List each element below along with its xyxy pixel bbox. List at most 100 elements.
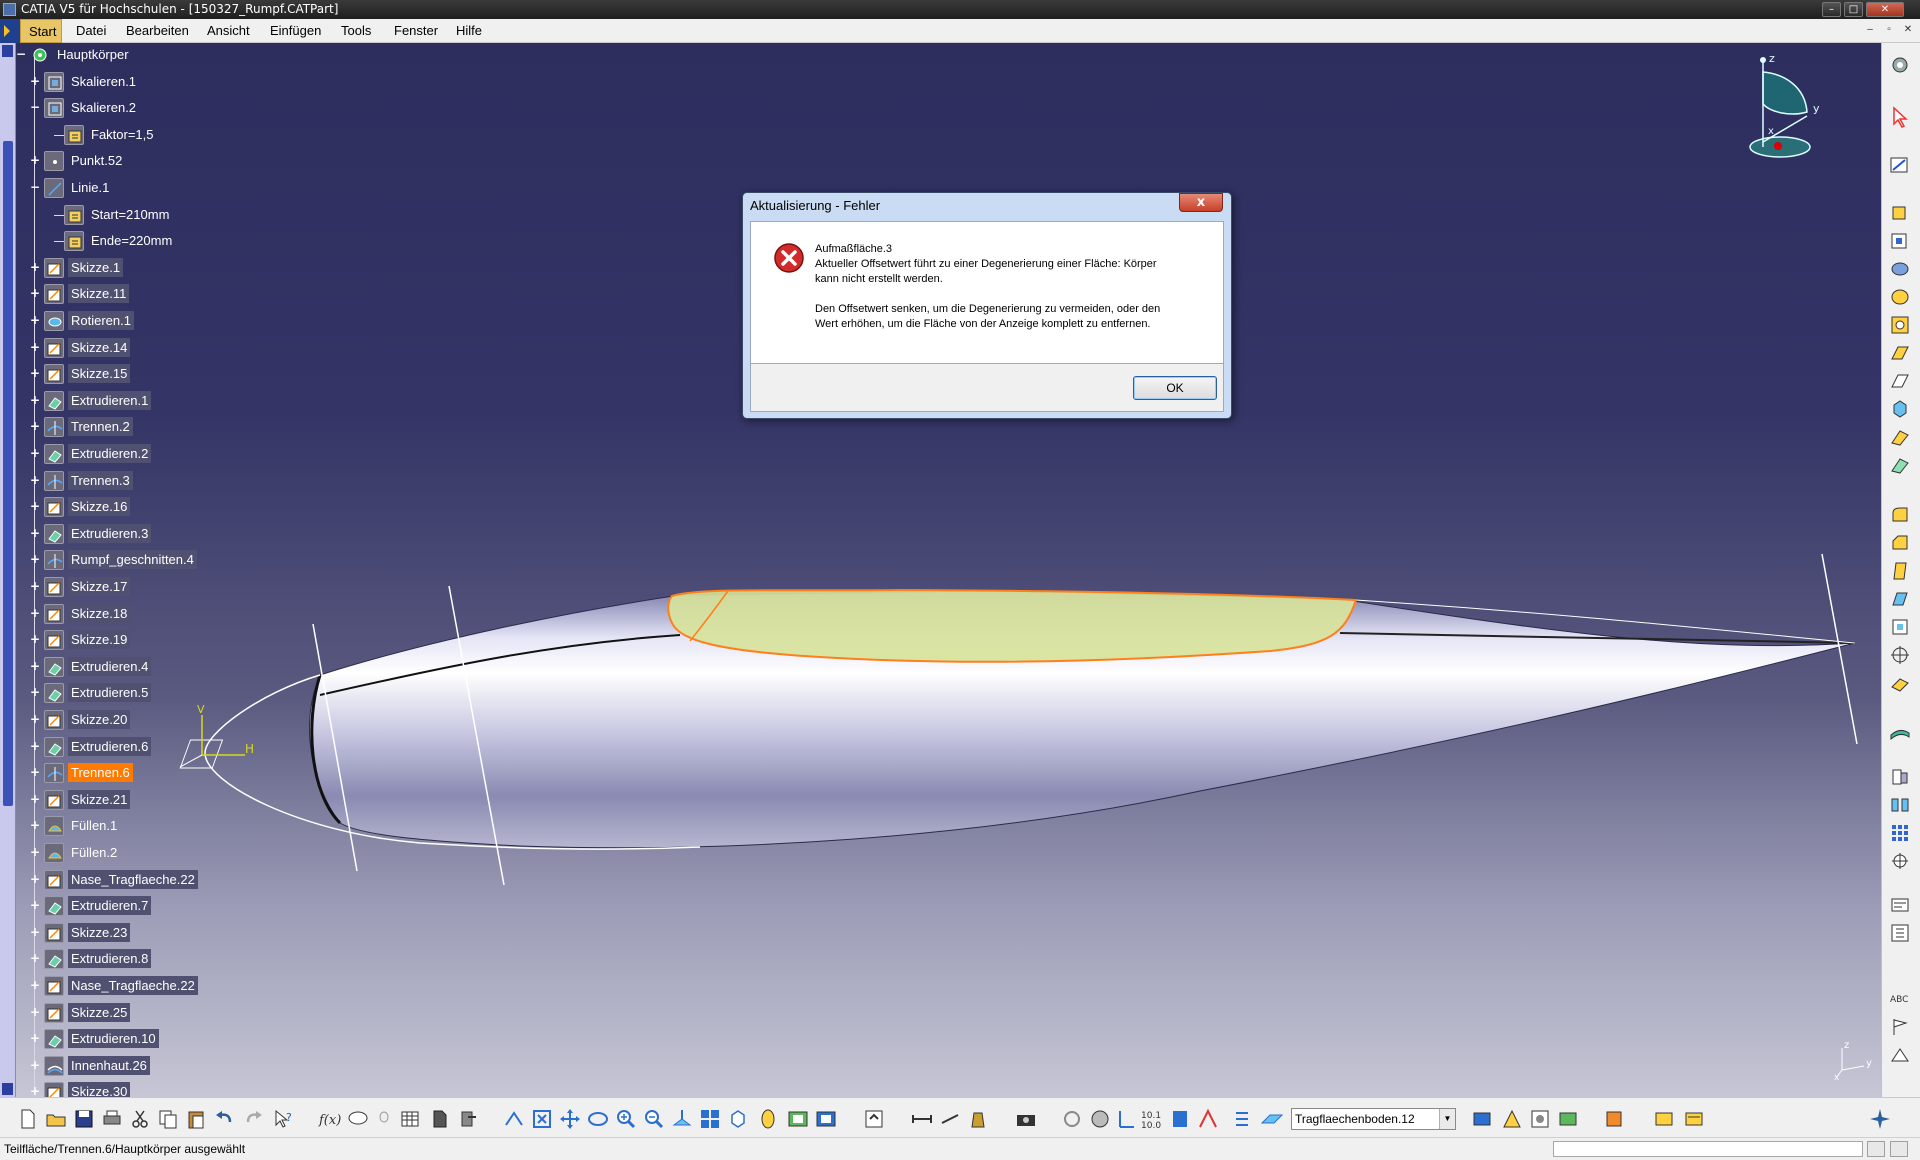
- hide-show-icon[interactable]: [786, 1107, 810, 1131]
- axis-system-icon[interactable]: [1888, 643, 1912, 667]
- rib-icon[interactable]: [1888, 341, 1912, 365]
- select-arrow-icon[interactable]: [1888, 105, 1912, 129]
- layer-filter-icon[interactable]: [1168, 1107, 1192, 1131]
- status-button-2[interactable]: [1890, 1141, 1908, 1157]
- work-object-icon[interactable]: [1230, 1107, 1254, 1131]
- flag-note-icon[interactable]: [1888, 1015, 1912, 1039]
- tree-node[interactable]: + Trennen.2: [16, 415, 316, 439]
- tree-node[interactable]: + Skizze.20: [16, 708, 316, 732]
- tree-node[interactable]: + Innenhaut.26: [16, 1054, 316, 1078]
- expand-icon[interactable]: +: [30, 740, 40, 752]
- expand-icon[interactable]: +: [30, 341, 40, 353]
- expand-icon[interactable]: +: [30, 474, 40, 486]
- expand-icon[interactable]: +: [30, 394, 40, 406]
- update-icon[interactable]: [862, 1107, 886, 1131]
- thickness-icon[interactable]: [1888, 615, 1912, 639]
- tree-node[interactable]: + Trennen.6: [16, 761, 316, 785]
- expand-icon[interactable]: +: [30, 553, 40, 565]
- shell-icon[interactable]: [1888, 587, 1912, 611]
- expand-icon[interactable]: +: [30, 75, 40, 87]
- draft-icon[interactable]: [1888, 559, 1912, 583]
- copy-icon[interactable]: [156, 1107, 180, 1131]
- tree-node[interactable]: Faktor=1,5: [16, 123, 316, 147]
- fillet-icon[interactable]: [1888, 503, 1912, 527]
- mdi-restore-button[interactable]: ▫: [1881, 23, 1897, 37]
- instantiate-icon[interactable]: [456, 1107, 480, 1131]
- close-window-button[interactable]: ✕: [1866, 2, 1904, 17]
- light-bulb-icon[interactable]: [372, 1107, 396, 1131]
- expand-icon[interactable]: +: [30, 899, 40, 911]
- mirror-icon[interactable]: [1888, 793, 1912, 817]
- redo-icon[interactable]: [242, 1107, 266, 1131]
- comment-icon[interactable]: [346, 1107, 370, 1131]
- shading-icon[interactable]: [756, 1107, 780, 1131]
- multi-section-icon[interactable]: [1888, 425, 1912, 449]
- tree-node[interactable]: + Skizze.17: [16, 575, 316, 599]
- knowledge-advisor-icon[interactable]: [1602, 1107, 1626, 1131]
- formula-icon[interactable]: f(x): [318, 1107, 342, 1131]
- pan-icon[interactable]: [558, 1107, 582, 1131]
- catia-menu-logo-icon[interactable]: [0, 19, 20, 43]
- solid-combine-icon[interactable]: [1888, 397, 1912, 421]
- tree-node[interactable]: Start=210mm: [16, 203, 316, 227]
- tree-node[interactable]: + Füllen.1: [16, 814, 316, 838]
- text-abc-icon[interactable]: ABC: [1888, 987, 1912, 1011]
- print-icon[interactable]: [100, 1107, 124, 1131]
- tree-node[interactable]: − Hauptkörper: [16, 43, 316, 67]
- menu-einfuegen[interactable]: Einfügen: [270, 23, 321, 38]
- tools-palette-icon[interactable]: [1500, 1107, 1524, 1131]
- scroll-down-arrow-icon[interactable]: [2, 1083, 13, 1095]
- constraint-icon[interactable]: [1196, 1107, 1220, 1131]
- tree-node[interactable]: + Extrudieren.5: [16, 681, 316, 705]
- expand-icon[interactable]: +: [30, 287, 40, 299]
- expand-icon[interactable]: +: [30, 607, 40, 619]
- open-folder-icon[interactable]: [44, 1107, 68, 1131]
- tree-node[interactable]: + Nase_Tragflaeche.22: [16, 868, 316, 892]
- expand-icon[interactable]: +: [30, 1059, 40, 1071]
- tree-node[interactable]: + Skizze.23: [16, 921, 316, 945]
- 3d-annotation-icon[interactable]: [1888, 921, 1912, 945]
- design-table-icon[interactable]: [398, 1107, 422, 1131]
- tree-node[interactable]: + Skizze.21: [16, 788, 316, 812]
- fly-mode-icon[interactable]: [502, 1107, 526, 1131]
- catalog-icon[interactable]: [428, 1107, 452, 1131]
- datum-icon[interactable]: [1888, 1043, 1912, 1067]
- measure-item-icon[interactable]: [938, 1107, 962, 1131]
- scroll-thumb[interactable]: [3, 141, 13, 806]
- whats-this-icon[interactable]: ?: [272, 1107, 296, 1131]
- tree-node[interactable]: + Extrudieren.10: [16, 1027, 316, 1051]
- expand-icon[interactable]: +: [30, 846, 40, 858]
- tree-node[interactable]: + Rotieren.1: [16, 309, 316, 333]
- wing-cut-surface[interactable]: [667, 588, 1358, 663]
- expand-icon[interactable]: +: [30, 314, 40, 326]
- menu-hilfe[interactable]: Hilfe: [456, 23, 482, 38]
- tree-node[interactable]: − Linie.1: [16, 176, 316, 200]
- tree-node[interactable]: + Extrudieren.2: [16, 442, 316, 466]
- collapse-icon[interactable]: −: [30, 181, 40, 193]
- expand-icon[interactable]: −: [16, 48, 26, 60]
- tree-node[interactable]: + Skizze.16: [16, 495, 316, 519]
- tree-node[interactable]: + Extrudieren.8: [16, 947, 316, 971]
- undo-icon[interactable]: [212, 1107, 236, 1131]
- tree-node[interactable]: + Extrudieren.4: [16, 655, 316, 679]
- measure-between-icon[interactable]: [910, 1107, 934, 1131]
- tree-node[interactable]: + Skizze.19: [16, 628, 316, 652]
- plane-icon[interactable]: [1260, 1107, 1284, 1131]
- measure-gear-icon[interactable]: [1888, 53, 1912, 77]
- mass-properties-icon[interactable]: [966, 1107, 990, 1131]
- menu-datei[interactable]: Datei: [76, 23, 106, 38]
- expand-icon[interactable]: +: [30, 952, 40, 964]
- expand-icon[interactable]: +: [30, 926, 40, 938]
- refresh-icon[interactable]: [1060, 1107, 1084, 1131]
- expand-icon[interactable]: +: [30, 660, 40, 672]
- menu-tools[interactable]: Tools: [341, 23, 371, 38]
- zoom-out-icon[interactable]: [642, 1107, 666, 1131]
- status-button-1[interactable]: [1867, 1141, 1885, 1157]
- new-document-icon[interactable]: [16, 1107, 40, 1131]
- expand-icon[interactable]: +: [30, 154, 40, 166]
- iso-view-icon[interactable]: [726, 1107, 750, 1131]
- power-input-field[interactable]: [1553, 1141, 1863, 1157]
- collapse-icon[interactable]: −: [30, 101, 40, 113]
- dialog-close-button[interactable]: x: [1179, 193, 1223, 212]
- tree-node[interactable]: Ende=220mm: [16, 229, 316, 253]
